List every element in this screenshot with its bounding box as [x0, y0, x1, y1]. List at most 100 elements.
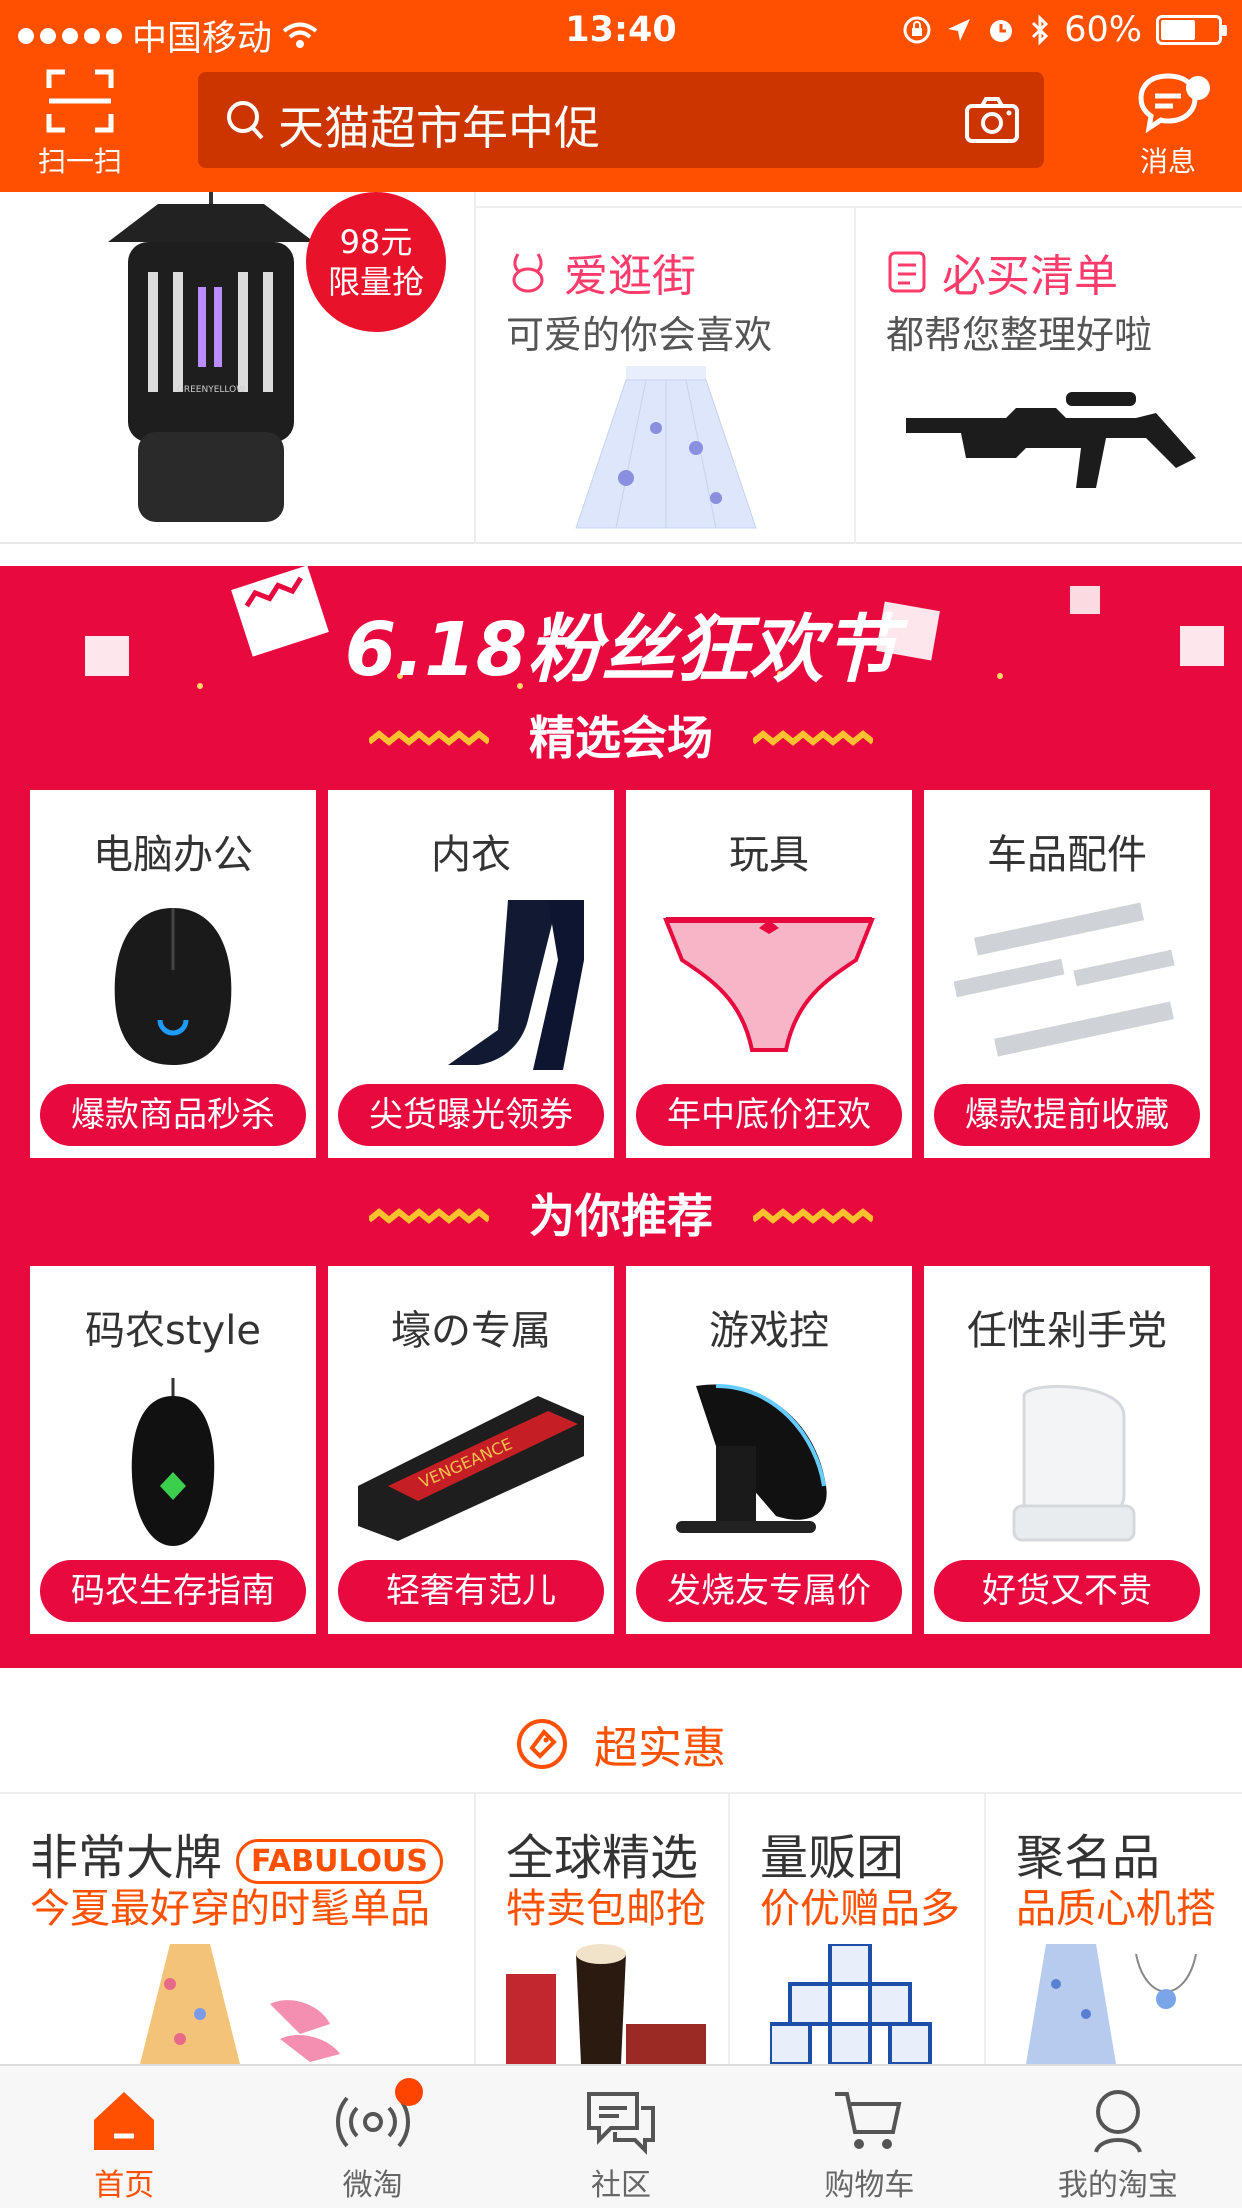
- stockings-image: [448, 900, 584, 1070]
- battery-fill: [1161, 20, 1195, 40]
- deals-title: 超实惠: [0, 1712, 1242, 1776]
- home-icon: [94, 2092, 155, 2150]
- card-name: 码农style: [85, 1308, 261, 1354]
- tab-home[interactable]: 首页: [0, 2066, 248, 2208]
- tab-label: 购物车: [824, 2168, 915, 2203]
- underwear-image: [663, 917, 875, 1052]
- card-tag-button[interactable]: 轻奢有范儿: [338, 1560, 604, 1622]
- message-unread-dot: [1186, 76, 1210, 100]
- section-title-text: 精选会场: [529, 711, 713, 765]
- promo-mosquito-lamp[interactable]: GREENYELLOW 98元 限量抢: [0, 192, 476, 544]
- price-badge-line1: 98元: [339, 223, 413, 261]
- user-icon: [1093, 2090, 1142, 2153]
- promo-title-text: 爱逛街: [564, 251, 696, 302]
- tissue-rolls-image: [770, 1944, 932, 2064]
- featured-cards: 电脑办公 爆款商品秒杀 内衣 尖货曝光领券 玩具 年中底价狂欢 车品配件 爆款提…: [30, 790, 1212, 1158]
- scan-icon: [46, 69, 114, 133]
- deal-name-brands[interactable]: 聚名品 品质心机搭: [986, 1794, 1242, 2064]
- mouse-image: [114, 908, 232, 1065]
- toy-rifle-image: [906, 392, 1196, 488]
- message-label: 消息: [1139, 145, 1196, 178]
- festival-title: 6.18粉丝狂欢节: [344, 607, 898, 693]
- camera-icon[interactable]: [964, 96, 1020, 144]
- price-badge-line2: 限量抢: [327, 263, 424, 301]
- tab-badge-dot: [394, 2078, 423, 2106]
- card-tag-button[interactable]: 尖货曝光领券: [338, 1084, 604, 1146]
- scan-button[interactable]: 扫一扫: [20, 64, 140, 178]
- card-name: 电脑办公: [93, 832, 253, 878]
- card-tag-button[interactable]: 好货又不贵: [934, 1560, 1200, 1622]
- venue-card-lingerie[interactable]: 内衣 尖货曝光领券: [328, 790, 614, 1158]
- rotation-lock-icon: [902, 15, 932, 45]
- price-tag-icon: [517, 1719, 567, 1769]
- skirt-image: [575, 366, 757, 529]
- venue-card-toys[interactable]: 玩具 年中底价狂欢: [626, 790, 912, 1158]
- tab-label: 微淘: [342, 2168, 403, 2203]
- venue-card-car-parts[interactable]: 车品配件 爆款提前收藏: [924, 790, 1210, 1158]
- card-name: 车品配件: [987, 832, 1147, 878]
- tab-my-taobao[interactable]: 我的淘宝: [994, 2066, 1242, 2208]
- card-name: 壕の专属: [391, 1308, 551, 1354]
- beer-image: [506, 1944, 706, 2064]
- cart-icon: [835, 2092, 902, 2149]
- section-title-recommend: 为你推荐: [0, 1180, 1242, 1246]
- venue-card-gamer[interactable]: 游戏控 发烧友专属价: [626, 1266, 912, 1634]
- festival-banner: 6.18粉丝狂欢节 精选会场 电脑办公 爆款商品秒杀 内衣 尖货曝光领券 玩具 …: [0, 566, 1242, 1668]
- deals-header: 超实惠: [0, 1686, 1242, 1794]
- card-tag-button[interactable]: 发烧友专属价: [636, 1560, 902, 1622]
- tab-community[interactable]: 社区: [497, 2066, 745, 2208]
- deals-row: 非常大牌 FABULOUS 今夏最好穿的时髦单品 全球精选 特卖包邮抢 量贩团 价…: [0, 1794, 1242, 2064]
- card-tag-button[interactable]: 年中底价狂欢: [636, 1084, 902, 1146]
- app-header: 中国移动 13:40 60% 扫一扫 天猫超市年中促 消息: [0, 0, 1242, 192]
- promo-title-text: 必买清单: [942, 251, 1118, 302]
- deal-global-picks[interactable]: 全球精选 特卖包邮抢: [476, 1794, 730, 2064]
- deal-bulk-group[interactable]: 量贩团 价优赠品多: [730, 1794, 986, 2064]
- venue-card-office[interactable]: 电脑办公 爆款商品秒杀: [30, 790, 316, 1158]
- deal-subtitle: 价优赠品多: [760, 1886, 960, 1932]
- dress-image: [140, 1944, 340, 2064]
- razer-mouse-image: [131, 1378, 215, 1546]
- card-name: 内衣: [431, 832, 511, 878]
- card-name: 玩具: [729, 832, 809, 878]
- section-title-featured: 精选会场: [0, 702, 1242, 768]
- wave-left-icon: [368, 1207, 489, 1224]
- deal-big-brands[interactable]: 非常大牌 FABULOUS 今夏最好穿的时髦单品: [0, 1794, 476, 2064]
- promo-ai-guang-jie[interactable]: 爱逛街 可爱的你会喜欢: [476, 206, 856, 544]
- venue-card-shopaholic[interactable]: 任性剁手党 好货又不贵: [924, 1266, 1210, 1634]
- location-arrow-icon: [946, 17, 972, 43]
- card-tag-button[interactable]: 码农生存指南: [40, 1560, 306, 1622]
- venue-card-luxury[interactable]: 壕の专属 VENGEANCE 轻奢有范儿: [328, 1266, 614, 1634]
- bottom-tab-bar: 首页 微淘 社区 购物车 我的淘宝: [0, 2064, 1242, 2208]
- promo-subtitle: 可爱的你会喜欢: [506, 313, 773, 357]
- status-right: 60%: [902, 10, 1227, 50]
- search-bar[interactable]: 天猫超市年中促: [198, 72, 1044, 168]
- search-icon: [227, 101, 264, 140]
- scan-label: 扫一扫: [37, 145, 122, 178]
- door-sills-image: [954, 902, 1175, 1057]
- message-button[interactable]: 消息: [1118, 64, 1218, 178]
- alarm-icon: [986, 15, 1016, 45]
- wave-left-icon: [368, 729, 489, 746]
- tab-label: 我的淘宝: [1057, 2168, 1178, 2203]
- battery-percent: 60%: [1064, 10, 1142, 50]
- status-bar: 中国移动 13:40 60%: [0, 0, 1242, 62]
- bluetooth-icon: [1030, 14, 1050, 46]
- tab-weitao[interactable]: 微淘: [248, 2066, 496, 2208]
- card-tag-button[interactable]: 爆款提前收藏: [934, 1084, 1200, 1146]
- promo-title: 必买清单: [886, 240, 1118, 304]
- list-icon: [888, 251, 926, 293]
- mosquito-lamp-image: GREENYELLOW: [108, 192, 314, 522]
- tab-label: 社区: [591, 2168, 652, 2203]
- promo-must-buy-list[interactable]: 必买清单 都帮您整理好啦: [856, 206, 1242, 544]
- tab-cart[interactable]: 购物车: [745, 2066, 993, 2208]
- recommend-cards: 码农style 码农生存指南 壕の专属 VENGEANCE 轻奢有范儿 游戏控: [30, 1266, 1212, 1634]
- chat-bubbles-icon: [587, 2092, 656, 2155]
- wave-right-icon: [753, 1207, 874, 1224]
- card-tag-button[interactable]: 爆款商品秒杀: [40, 1084, 306, 1146]
- taobao-home-screen: 中国移动 13:40 60% 扫一扫 天猫超市年中促 消息 GREENYELLO…: [0, 0, 1242, 2208]
- deals-title-text: 超实惠: [594, 1723, 726, 1774]
- dress-necklace-image: [1026, 1944, 1197, 2064]
- venue-card-coder[interactable]: 码农style 码农生存指南: [30, 1266, 316, 1634]
- price-badge: 98元 限量抢: [306, 192, 446, 332]
- promo-title: 爱逛街: [506, 240, 696, 304]
